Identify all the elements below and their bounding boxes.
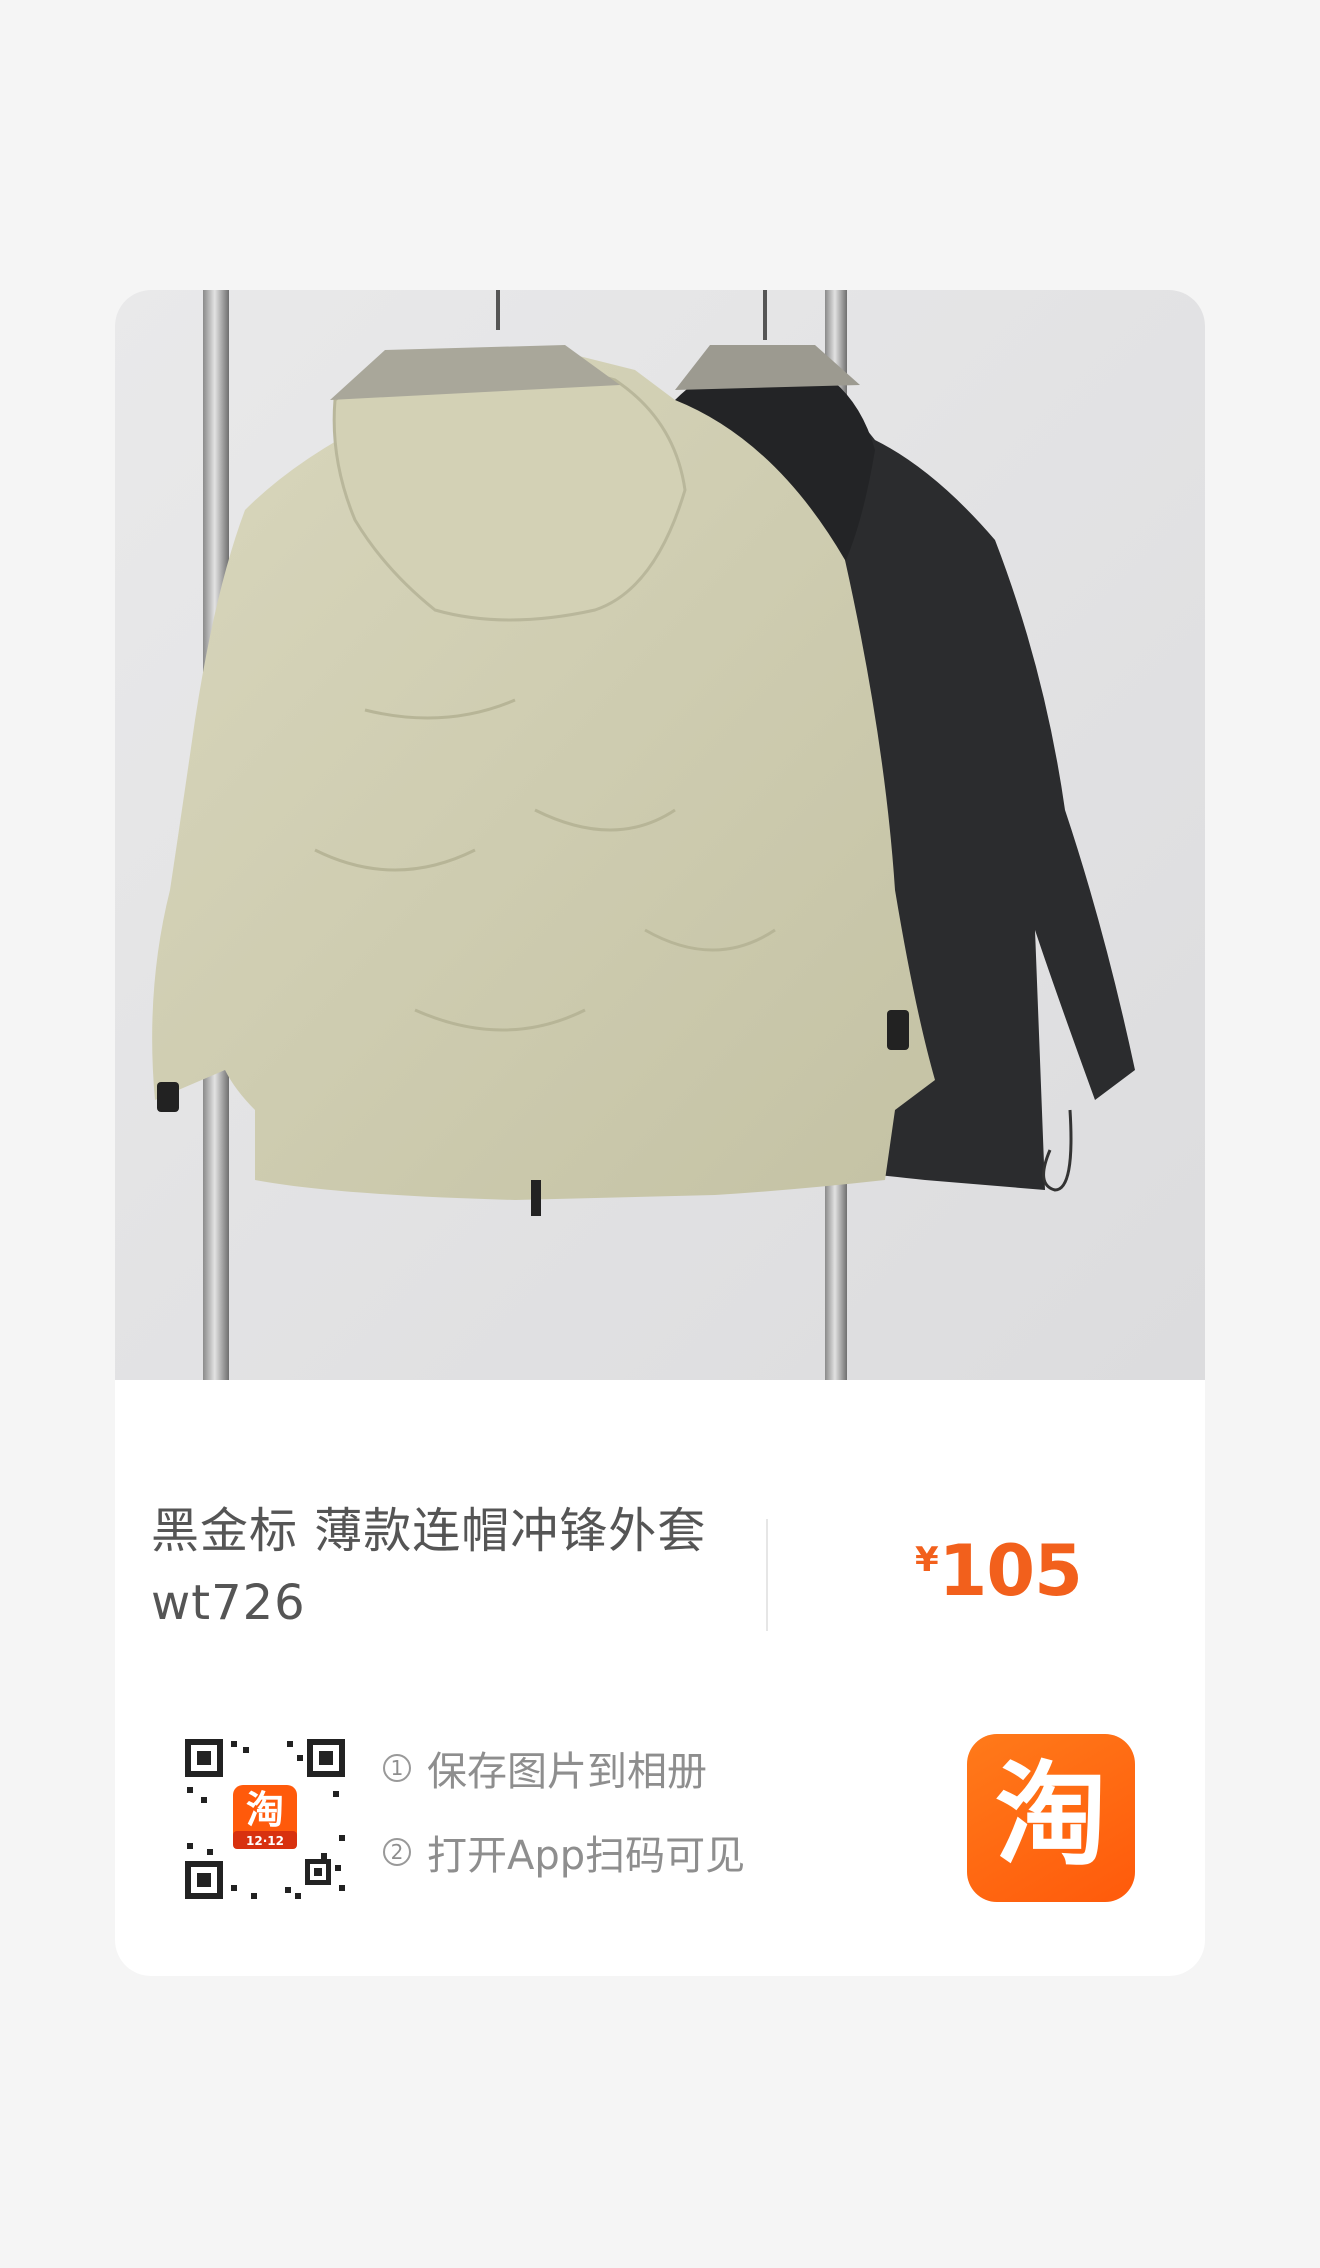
scan-instructions: 1 保存图片到相册 2 打开App扫码可见 [383,1743,745,1911]
divider [766,1519,768,1631]
product-price: ¥105 [915,1530,1083,1612]
share-card: 黑金标 薄款连帽冲锋外套 wt726 ¥105 淘 12·12 1 保存图片到相… [115,290,1205,1976]
price-value: 105 [938,1530,1083,1612]
qr-badge-text: 12·12 [246,1834,284,1848]
product-title-line2: wt726 [151,1575,306,1631]
product-title: 黑金标 薄款连帽冲锋外套 wt726 [151,1495,731,1639]
taobao-app-icon[interactable]: 淘 [967,1734,1135,1902]
product-title-line1: 黑金标 薄款连帽冲锋外套 [151,1503,707,1559]
qr-badge-glyph: 淘 [246,1788,284,1832]
instruction-step-2-text: 打开App扫码可见 [427,1833,746,1879]
product-image [115,290,1205,1380]
circled-number-icon: 1 [383,1754,411,1782]
qr-code-icon[interactable]: 淘 12·12 [181,1735,349,1903]
circled-number-icon: 2 [383,1838,411,1866]
instruction-step-1: 1 保存图片到相册 [383,1743,745,1795]
taobao-app-icon-glyph: 淘 [995,1751,1107,1881]
price-currency: ¥ [915,1540,939,1580]
instruction-step-2: 2 打开App扫码可见 [383,1827,745,1879]
instruction-step-1-text: 保存图片到相册 [427,1749,707,1795]
